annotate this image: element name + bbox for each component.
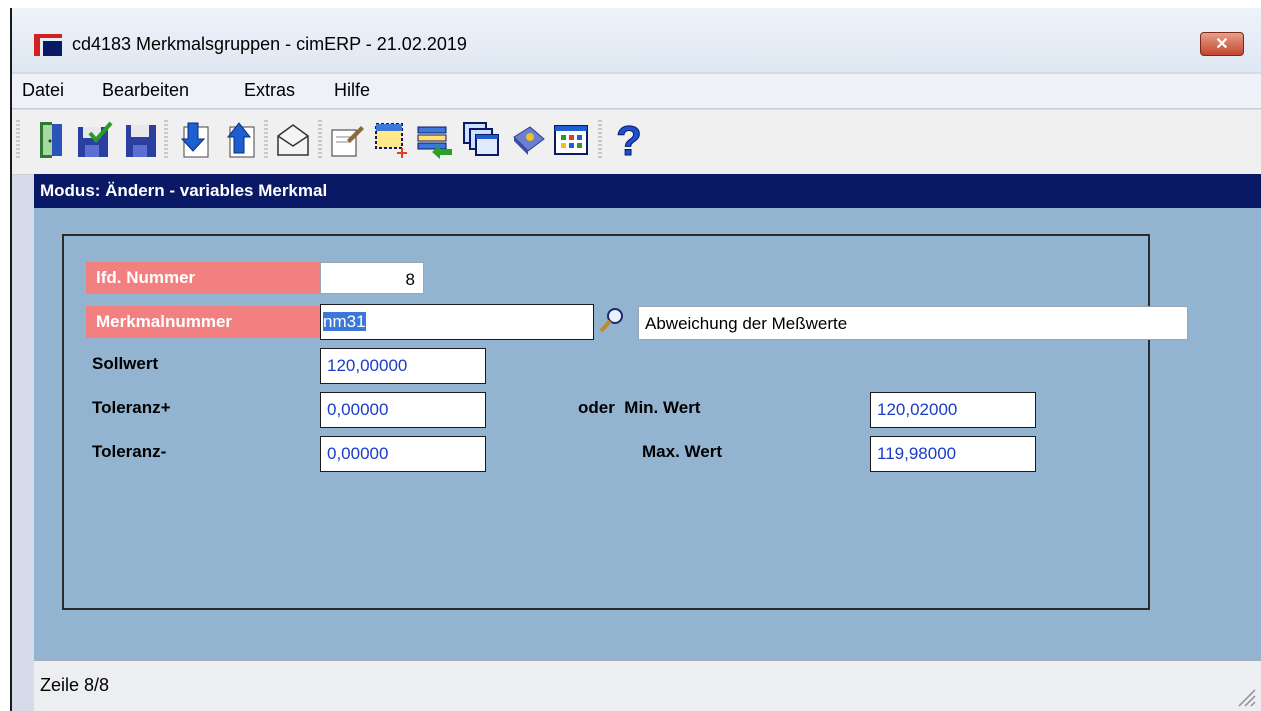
lfd-nummer-field[interactable]: 8 bbox=[320, 262, 424, 294]
menu-hilfe[interactable]: Hilfe bbox=[334, 80, 370, 101]
merkmalnummer-field[interactable]: nm31 bbox=[320, 304, 594, 340]
list-import-icon[interactable] bbox=[416, 120, 454, 160]
toolbar-separator bbox=[164, 120, 168, 160]
help-icon[interactable]: ? bbox=[610, 119, 648, 161]
sollwert-label: Sollwert bbox=[92, 354, 159, 373]
mode-text: Modus: Ändern - variables Merkmal bbox=[40, 181, 328, 200]
toolbar: ? bbox=[12, 110, 1261, 175]
menu-bearbeiten[interactable]: Bearbeiten bbox=[102, 80, 189, 101]
exit-door-icon[interactable] bbox=[32, 120, 70, 160]
app-window: cd4183 Merkmalsgruppen - cimERP - 21.02.… bbox=[10, 8, 1261, 711]
app-logo-icon bbox=[34, 34, 62, 56]
min-wert-label: oder Min. Wert bbox=[578, 398, 701, 417]
form-panel: lfd. Nummer 8 Merkmalnummer nm31 Abweich… bbox=[62, 234, 1188, 610]
table-grid-icon[interactable] bbox=[552, 120, 590, 160]
close-button[interactable]: ✕ bbox=[1200, 32, 1244, 56]
search-icon[interactable] bbox=[598, 306, 626, 334]
toleranz-plus-label: Toleranz+ bbox=[92, 398, 171, 417]
svg-text:?: ? bbox=[616, 119, 642, 161]
merkmal-description-field[interactable]: Abweichung der Meßwerte bbox=[638, 306, 1188, 340]
max-wert-field[interactable]: 119,98000 bbox=[870, 436, 1036, 472]
toolbar-separator bbox=[264, 120, 268, 160]
resize-grip-icon[interactable] bbox=[1235, 686, 1257, 708]
new-record-icon[interactable] bbox=[372, 120, 410, 160]
menu-extras[interactable]: Extras bbox=[244, 80, 295, 101]
windows-cascade-icon[interactable] bbox=[462, 120, 500, 160]
toolbar-separator bbox=[598, 120, 602, 160]
menu-bar: Datei Bearbeiten Extras Hilfe bbox=[12, 74, 1261, 109]
min-wert-field[interactable]: 120,02000 bbox=[870, 392, 1036, 428]
merkmalnummer-selected-text: nm31 bbox=[323, 312, 366, 331]
toleranz-plus-field[interactable]: 0,00000 bbox=[320, 392, 486, 428]
status-bar: Zeile 8/8 bbox=[34, 660, 1261, 711]
sollwert-field[interactable]: 120,00000 bbox=[320, 348, 486, 384]
title-bar[interactable]: cd4183 Merkmalsgruppen - cimERP - 21.02.… bbox=[12, 8, 1261, 72]
lfd-nummer-label: lfd. Nummer bbox=[86, 262, 320, 294]
edit-document-icon[interactable] bbox=[328, 120, 366, 160]
toleranz-minus-label: Toleranz- bbox=[92, 442, 167, 461]
toleranz-minus-field[interactable]: 0,00000 bbox=[320, 436, 486, 472]
merkmalnummer-label: Merkmalnummer bbox=[86, 306, 320, 338]
content-area: lfd. Nummer 8 Merkmalnummer nm31 Abweich… bbox=[34, 208, 1261, 660]
save-check-icon[interactable] bbox=[76, 120, 114, 160]
max-wert-label: Max. Wert bbox=[642, 442, 722, 461]
toolbar-separator bbox=[318, 120, 322, 160]
book-icon[interactable] bbox=[508, 120, 546, 160]
mode-bar: Modus: Ändern - variables Merkmal bbox=[34, 174, 1261, 208]
toolbar-separator bbox=[16, 120, 20, 160]
status-row-text: Zeile 8/8 bbox=[40, 675, 110, 695]
window-title: cd4183 Merkmalsgruppen - cimERP - 21.02.… bbox=[72, 34, 467, 54]
arrow-up-page-icon[interactable] bbox=[220, 120, 258, 160]
save-icon[interactable] bbox=[122, 120, 160, 160]
arrow-down-page-icon[interactable] bbox=[174, 120, 212, 160]
menu-datei[interactable]: Datei bbox=[22, 80, 64, 101]
envelope-icon[interactable] bbox=[274, 120, 312, 160]
